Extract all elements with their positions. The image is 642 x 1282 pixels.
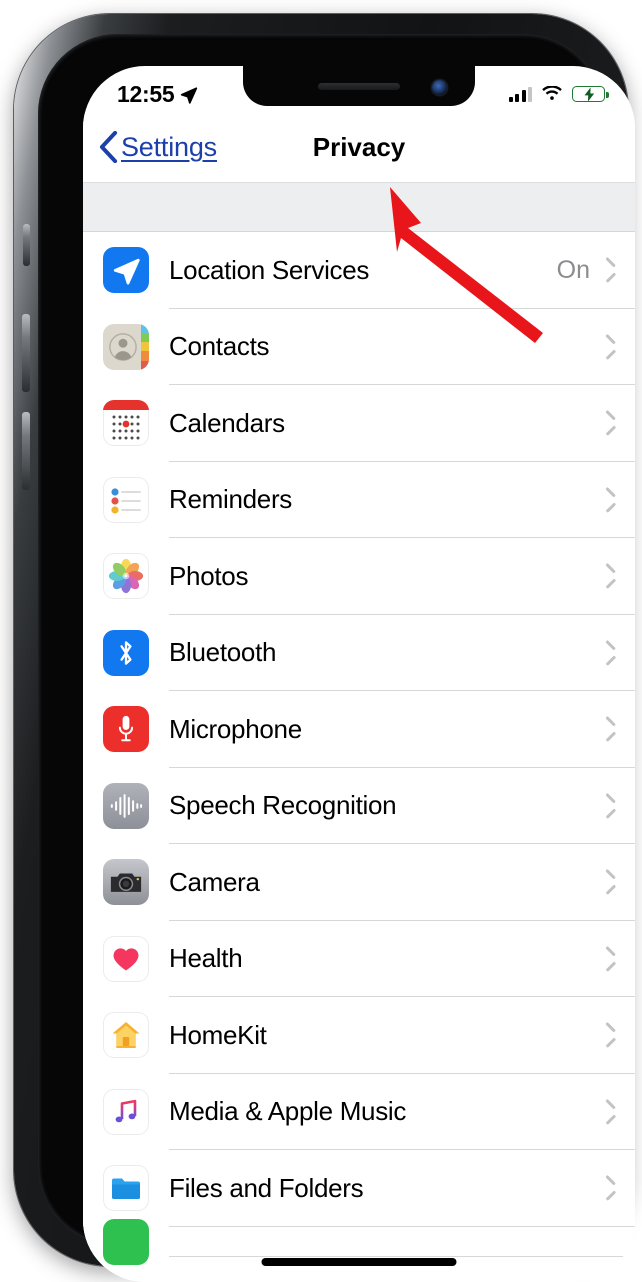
phone-screen: 12:55 Settings Privacy Location Services… bbox=[83, 66, 635, 1282]
chevron-right-icon bbox=[602, 1025, 613, 1045]
home-indicator[interactable] bbox=[261, 1258, 457, 1266]
reminders-icon bbox=[103, 476, 149, 523]
chevron-right-icon bbox=[602, 337, 613, 357]
chevron-right-icon bbox=[602, 566, 613, 586]
motion-fitness-icon bbox=[103, 1218, 149, 1265]
chevron-right-icon bbox=[602, 1102, 613, 1122]
chevron-right-icon bbox=[602, 643, 613, 663]
list-item-label: Reminders bbox=[169, 484, 293, 515]
list-item-label: Microphone bbox=[169, 713, 302, 744]
notch bbox=[243, 66, 475, 106]
clock: 12:55 bbox=[117, 80, 175, 107]
list-item-files-and-folders[interactable]: Files and Folders bbox=[83, 1150, 635, 1227]
navigation-bar: Settings Privacy bbox=[83, 112, 635, 182]
list-item-location-services[interactable]: Location Services On bbox=[83, 232, 635, 309]
chevron-right-icon bbox=[602, 413, 613, 433]
chevron-right-icon bbox=[602, 949, 613, 969]
list-item-speech-recognition[interactable]: Speech Recognition bbox=[83, 767, 635, 844]
earpiece-speaker-icon bbox=[318, 83, 400, 90]
wifi-icon bbox=[542, 86, 562, 100]
list-item-label: HomeKit bbox=[169, 1019, 267, 1050]
health-icon bbox=[103, 935, 149, 982]
list-item-label: Location Services bbox=[169, 254, 370, 285]
chevron-right-icon bbox=[602, 796, 613, 816]
list-item-value: On bbox=[556, 255, 590, 284]
location-services-icon bbox=[103, 247, 149, 294]
speech-recognition-icon bbox=[103, 782, 149, 829]
list-item-bluetooth[interactable]: Bluetooth bbox=[83, 614, 635, 691]
back-button-label: Settings bbox=[121, 131, 217, 162]
chevron-right-icon bbox=[602, 260, 613, 280]
front-camera-icon bbox=[432, 80, 447, 95]
chevron-right-icon bbox=[602, 719, 613, 739]
contacts-icon bbox=[103, 323, 149, 370]
chevron-left-icon bbox=[99, 131, 118, 163]
cellular-signal-icon bbox=[508, 86, 532, 102]
files-and-folders-icon bbox=[103, 1165, 149, 1212]
list-item-partial-next[interactable] bbox=[83, 1218, 635, 1265]
list-item-media-apple-music[interactable]: Media & Apple Music bbox=[83, 1073, 635, 1150]
list-item-camera[interactable]: Camera bbox=[83, 844, 635, 921]
volume-up-button[interactable] bbox=[22, 314, 30, 392]
list-item-calendars[interactable]: Calendars bbox=[83, 385, 635, 462]
back-button-settings[interactable]: Settings bbox=[83, 131, 217, 163]
battery-charging-icon bbox=[572, 86, 609, 102]
charging-bolt-icon bbox=[584, 87, 595, 102]
contacts-tabs bbox=[141, 323, 149, 370]
calendars-icon bbox=[103, 400, 149, 447]
volume-down-button[interactable] bbox=[22, 412, 30, 490]
bluetooth-icon bbox=[103, 629, 149, 676]
camera-icon bbox=[103, 859, 149, 906]
list-item-label: Health bbox=[169, 943, 243, 974]
privacy-settings-list[interactable]: Location Services On Contacts Calendars … bbox=[83, 232, 635, 1282]
list-item-health[interactable]: Health bbox=[83, 920, 635, 997]
chevron-right-icon bbox=[602, 872, 613, 892]
list-item-label: Speech Recognition bbox=[169, 790, 397, 821]
phone-device-frame: 12:55 Settings Privacy Location Services… bbox=[14, 14, 635, 1282]
list-item-reminders[interactable]: Reminders bbox=[83, 461, 635, 538]
photos-icon bbox=[103, 553, 149, 600]
list-item-photos[interactable]: Photos bbox=[83, 538, 635, 615]
phone-bezel: 12:55 Settings Privacy Location Services… bbox=[38, 34, 635, 1282]
list-item-label: Camera bbox=[169, 866, 260, 897]
media-apple-music-icon bbox=[103, 1088, 149, 1135]
chevron-right-icon bbox=[602, 490, 613, 510]
list-item-label: Photos bbox=[169, 560, 249, 591]
list-section-spacer bbox=[83, 182, 635, 232]
list-item-contacts[interactable]: Contacts bbox=[83, 308, 635, 385]
list-item-label: Media & Apple Music bbox=[169, 1096, 407, 1127]
list-item-label: Files and Folders bbox=[169, 1172, 364, 1203]
list-item-label: Bluetooth bbox=[169, 637, 277, 668]
list-item-microphone[interactable]: Microphone bbox=[83, 691, 635, 768]
list-item-label: Contacts bbox=[169, 331, 270, 362]
list-item-label: Calendars bbox=[169, 407, 285, 438]
chevron-right-icon bbox=[602, 1178, 613, 1198]
homekit-icon bbox=[103, 1012, 149, 1059]
location-arrow-icon bbox=[181, 86, 198, 104]
ring-silent-switch[interactable] bbox=[23, 224, 30, 266]
list-item-homekit[interactable]: HomeKit bbox=[83, 997, 635, 1074]
status-bar-left: 12:55 bbox=[117, 81, 198, 108]
status-bar-right bbox=[508, 86, 609, 102]
microphone-icon bbox=[103, 706, 149, 753]
